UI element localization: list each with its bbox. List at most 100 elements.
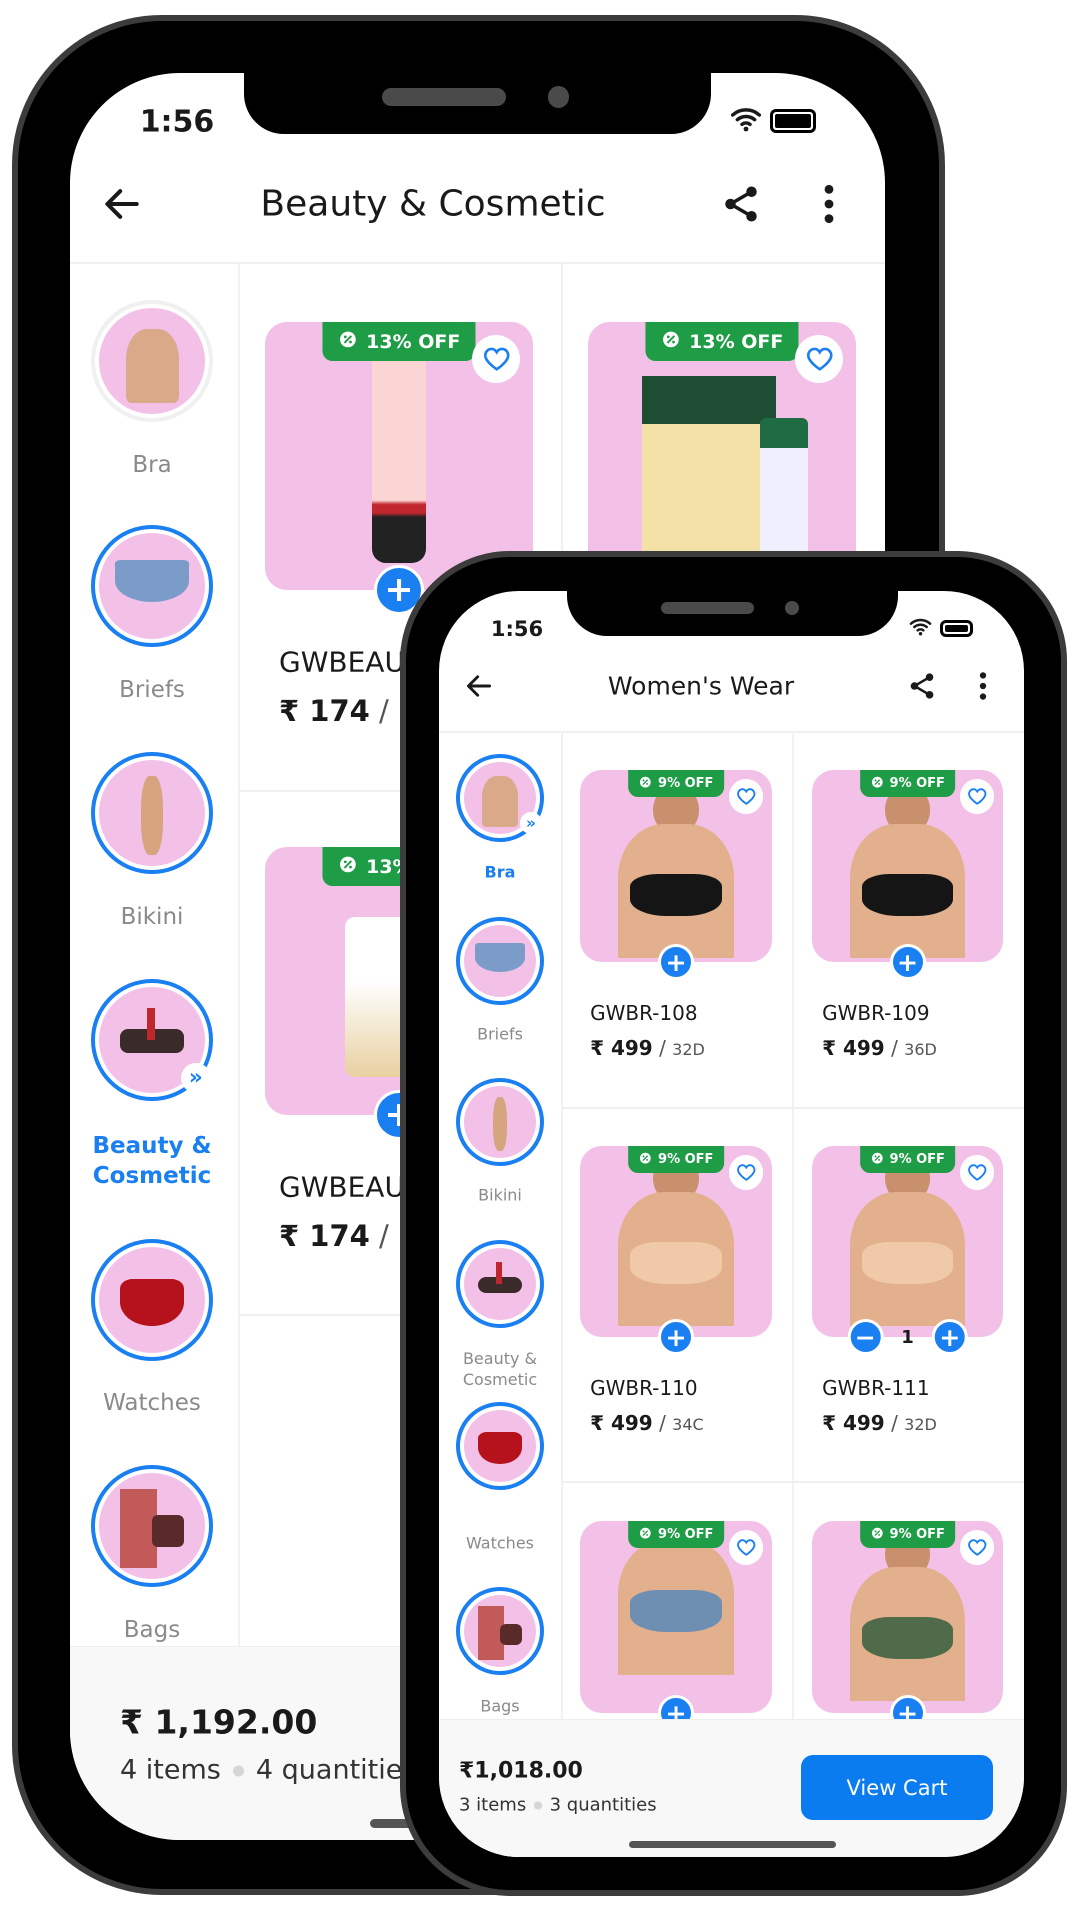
sidebar-item-beauty-cosmetic[interactable] xyxy=(456,1240,544,1328)
sidebar-label-watches[interactable]: Watches xyxy=(439,1534,561,1555)
front-more-menu-button[interactable] xyxy=(967,670,999,702)
product-price: ₹ 499 / 36D xyxy=(822,1036,937,1060)
product-card-image[interactable]: 9% OFF + xyxy=(812,1521,1003,1731)
product-card-image[interactable]: 9% OFF −1 + xyxy=(812,1146,1003,1355)
product-card-image[interactable]: 9% OFF + xyxy=(580,1146,772,1355)
category-image-watches xyxy=(99,1247,205,1353)
product-card-image[interactable]: 13% OFF+ xyxy=(588,322,856,615)
discount-icon xyxy=(639,775,653,793)
increase-quantity-button[interactable]: + xyxy=(931,1319,968,1355)
discount-icon xyxy=(338,854,359,880)
discount-badge: 9% OFF xyxy=(859,1521,956,1549)
double-chevron-icon: » xyxy=(180,1062,211,1093)
price-value: ₹ 174 xyxy=(279,694,370,728)
wishlist-heart-button[interactable] xyxy=(795,334,844,383)
sidebar-item-bags[interactable] xyxy=(456,1587,544,1675)
quantity-stepper[interactable]: −1 + xyxy=(847,1319,968,1355)
back-share-button[interactable] xyxy=(720,183,762,225)
product-name[interactable]: GWBEAU xyxy=(279,646,405,679)
sidebar-item-bikini[interactable] xyxy=(91,752,213,874)
sidebar-item-watches[interactable] xyxy=(456,1402,544,1490)
separator-dot xyxy=(534,1801,542,1810)
cart-quantities-count: 3 quantities xyxy=(549,1794,657,1816)
product-price: ₹ 174 / 1 xyxy=(279,1219,413,1253)
product-name[interactable]: GWBEAU xyxy=(279,1171,405,1204)
discount-badge: 9% OFF xyxy=(859,1146,956,1174)
add-to-cart-button[interactable]: + xyxy=(889,944,926,980)
discount-badge: 13% OFF xyxy=(322,322,476,362)
sidebar-item-beauty-cosmetic[interactable]: » xyxy=(91,979,213,1101)
product-card-image[interactable]: 9% OFF + xyxy=(580,770,772,980)
sidebar-label-bikini[interactable]: Bikini xyxy=(439,1186,561,1207)
sidebar-label-bags[interactable]: Bags xyxy=(70,1616,236,1646)
sidebar-item-briefs[interactable] xyxy=(456,917,544,1005)
wishlist-heart-button[interactable] xyxy=(728,1530,763,1565)
back-back-button[interactable] xyxy=(100,182,144,226)
front-back-button[interactable] xyxy=(463,670,495,702)
category-image-briefs xyxy=(99,533,205,639)
add-to-cart-button[interactable]: + xyxy=(658,1319,694,1355)
cart-items-count: 4 items xyxy=(120,1754,221,1786)
view-cart-button[interactable]: View Cart xyxy=(801,1755,993,1820)
sidebar-label-bra[interactable]: Bra xyxy=(70,451,236,481)
discount-badge: 9% OFF xyxy=(628,1146,724,1174)
discount-icon xyxy=(639,1526,653,1544)
cart-total: ₹ 1,192.00 xyxy=(120,1702,318,1742)
quantity-value: 1 xyxy=(901,1326,914,1348)
sidebar-label-bikini[interactable]: Bikini xyxy=(70,903,236,933)
wishlist-heart-button[interactable] xyxy=(959,779,994,814)
sidebar-label-briefs[interactable]: Briefs xyxy=(70,676,236,706)
sidebar-label-bags[interactable]: Bags xyxy=(439,1697,561,1718)
wifi-icon xyxy=(909,615,932,642)
product-card-image[interactable]: 9% OFF + xyxy=(812,770,1003,980)
front-status-time: 1:56 xyxy=(490,617,544,641)
price-separator: / xyxy=(884,1411,905,1435)
sidebar-item-bra[interactable]: » xyxy=(456,754,544,842)
sidebar-label-beauty-cosmetic[interactable]: Beauty & Cosmetic xyxy=(439,1349,561,1391)
discount-badge-text: 13% OFF xyxy=(366,330,461,353)
product-name[interactable]: GWBR-108 xyxy=(590,1001,697,1025)
front-share-button[interactable] xyxy=(907,671,937,701)
sidebar-divider xyxy=(561,731,563,1857)
sidebar-item-watches[interactable] xyxy=(91,1239,213,1361)
sidebar-item-bikini[interactable] xyxy=(456,1078,544,1166)
product-price: ₹ 499 / 32D xyxy=(590,1036,705,1060)
wishlist-heart-button[interactable] xyxy=(472,334,521,383)
back-notch xyxy=(244,73,711,134)
sidebar-item-bags[interactable] xyxy=(91,1465,213,1587)
discount-badge-text: 9% OFF xyxy=(658,1527,714,1543)
front-phone-frame: 1:56 Women's Wear » Bra Briefs Bikini Beauty &… xyxy=(400,551,1067,1896)
discount-icon xyxy=(639,1151,653,1169)
front-camera xyxy=(784,600,799,616)
sidebar-label-beauty-cosmetic[interactable]: Beauty & Cosmetic xyxy=(70,1132,236,1192)
discount-icon xyxy=(338,329,359,355)
row-divider xyxy=(561,1107,1024,1109)
sidebar-item-bra[interactable] xyxy=(91,300,213,422)
sidebar-label-watches[interactable]: Watches xyxy=(70,1389,236,1419)
wishlist-heart-button[interactable] xyxy=(959,1530,994,1565)
product-card-image[interactable]: 9% OFF + xyxy=(580,1521,772,1731)
column-divider xyxy=(792,731,794,1857)
wishlist-heart-button[interactable] xyxy=(728,779,763,814)
add-to-cart-button[interactable]: + xyxy=(658,944,694,980)
size-value: 32D xyxy=(904,1415,937,1434)
sidebar-item-briefs[interactable] xyxy=(91,525,213,647)
price-separator: / xyxy=(369,1219,399,1253)
category-image-watches xyxy=(464,1410,536,1482)
wishlist-heart-button[interactable] xyxy=(959,1155,994,1190)
cart-items-count: 3 items xyxy=(459,1794,527,1816)
product-name[interactable]: GWBR-110 xyxy=(590,1376,697,1400)
home-indicator xyxy=(629,1841,836,1848)
decrease-quantity-button[interactable]: − xyxy=(847,1319,884,1355)
sidebar-label-bra[interactable]: Bra xyxy=(439,863,561,884)
sidebar-label-briefs[interactable]: Briefs xyxy=(439,1025,561,1046)
size-value: 36D xyxy=(904,1040,937,1059)
back-more-menu-button[interactable] xyxy=(807,182,851,226)
double-chevron-icon: » xyxy=(520,812,542,834)
product-name[interactable]: GWBR-109 xyxy=(822,1001,929,1025)
product-card-image[interactable]: 13% OFF+ xyxy=(265,322,533,615)
back-status-icons xyxy=(730,103,816,139)
product-name[interactable]: GWBR-111 xyxy=(822,1376,929,1400)
discount-icon xyxy=(870,775,884,793)
wishlist-heart-button[interactable] xyxy=(728,1155,763,1190)
